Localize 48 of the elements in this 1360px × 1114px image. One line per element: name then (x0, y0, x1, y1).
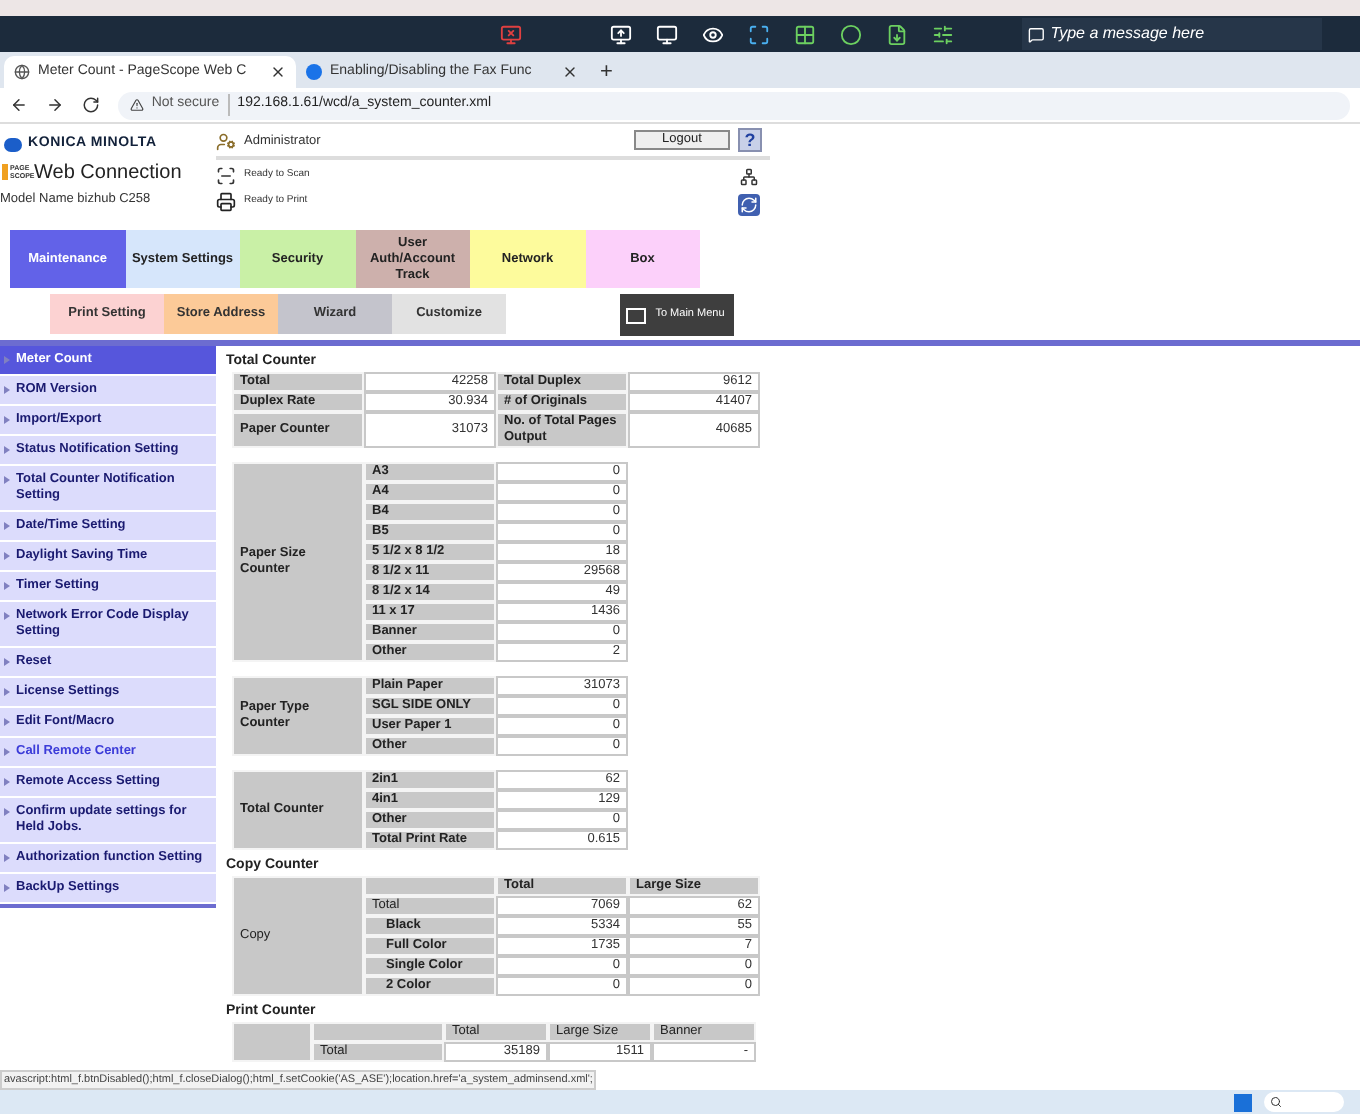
arrow-icon (4, 854, 10, 862)
close-icon[interactable] (562, 64, 578, 80)
help-button[interactable]: ? (738, 128, 762, 152)
arrow-icon (4, 778, 10, 786)
arrow-icon (4, 658, 10, 666)
close-icon[interactable] (270, 64, 286, 80)
monitor-x-icon[interactable] (500, 23, 522, 45)
globe-icon (14, 64, 30, 80)
arrow-icon (4, 446, 10, 454)
arrow-icon (4, 884, 10, 892)
forward-icon[interactable] (45, 96, 64, 114)
arrow-icon (4, 356, 10, 364)
arrow-icon (4, 612, 10, 620)
fullscreen-icon[interactable] (748, 23, 770, 45)
message-field[interactable]: Type a message here (1022, 18, 1322, 50)
windows-icon[interactable] (1234, 1093, 1252, 1111)
admin-icon (216, 132, 236, 152)
arrow-icon (4, 386, 10, 394)
printer-icon (216, 192, 236, 212)
monitors-icon[interactable] (610, 23, 632, 45)
arrow-icon (4, 552, 10, 560)
search-icon (1270, 1096, 1282, 1108)
monitor-icon[interactable] (656, 23, 678, 45)
site-icon (306, 64, 322, 80)
arrow-icon (4, 522, 10, 530)
arrow-icon (4, 718, 10, 726)
new-tab-button[interactable]: + (600, 60, 613, 84)
arrow-icon (4, 476, 10, 484)
reload-icon[interactable] (81, 96, 100, 114)
warning-icon (129, 98, 144, 112)
back-icon[interactable] (10, 96, 28, 114)
menu-icon (626, 307, 646, 323)
refresh-icon[interactable] (738, 194, 760, 216)
network-icon[interactable] (740, 168, 758, 186)
arrow-icon (4, 416, 10, 424)
arrow-icon (4, 808, 10, 816)
grid-icon[interactable] (794, 23, 816, 45)
chat-icon (1028, 25, 1045, 43)
arrow-icon (4, 582, 10, 590)
eye-icon[interactable] (702, 23, 724, 45)
scanner-icon (216, 166, 236, 186)
file-transfer-icon[interactable] (886, 23, 908, 45)
sliders-icon[interactable] (932, 23, 954, 45)
product-name: Web Connection (34, 159, 182, 187)
arrow-icon (4, 688, 10, 696)
record-icon[interactable] (840, 23, 862, 45)
arrow-icon (4, 748, 10, 756)
message-input[interactable]: Type a message here (1050, 22, 1316, 46)
